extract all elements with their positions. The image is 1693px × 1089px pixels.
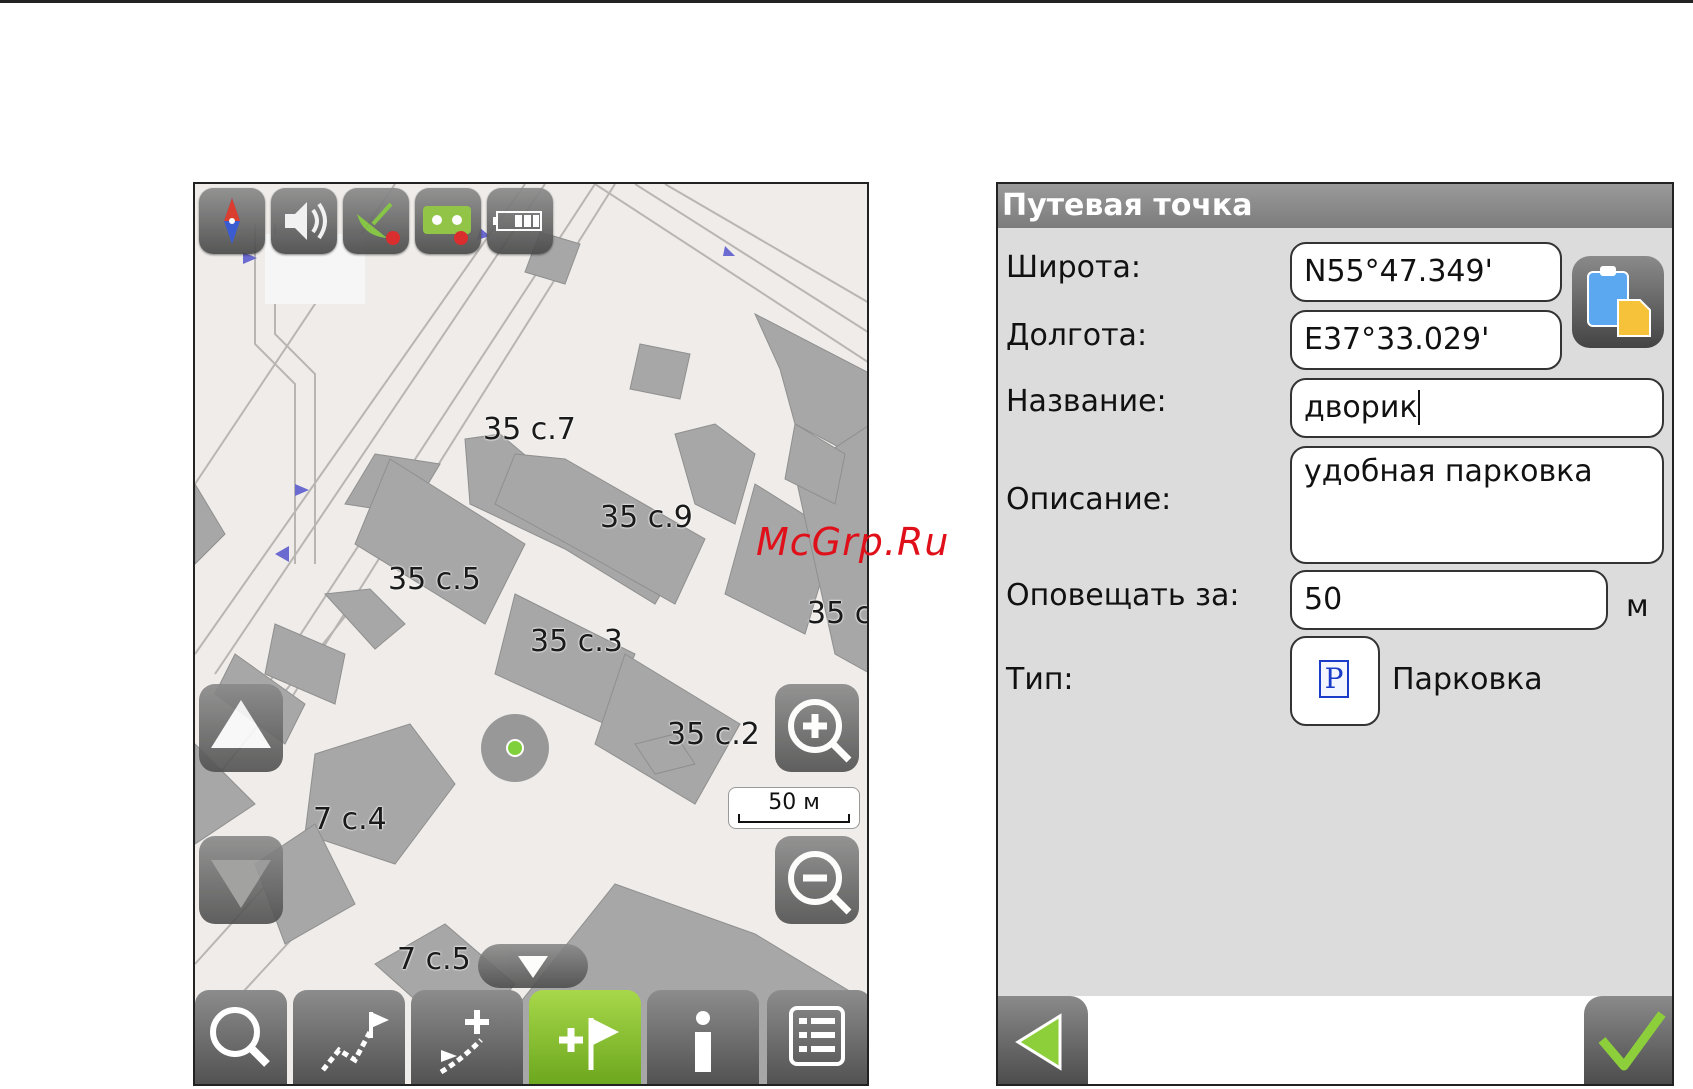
building-label: 35 с.9 (600, 500, 693, 535)
back-arrow-icon (1015, 1013, 1062, 1071)
route-button[interactable] (293, 990, 405, 1084)
building-label: 35 с.5 (388, 562, 481, 597)
name-input-value: дворик (1304, 390, 1418, 425)
speaker-icon[interactable] (271, 188, 337, 254)
menu-list-icon (789, 1006, 845, 1066)
zoom-in-button[interactable] (775, 684, 859, 772)
latitude-label: Широта: (1006, 250, 1141, 285)
zoom-out-icon (788, 851, 852, 915)
info-icon (695, 1011, 711, 1072)
menu-button[interactable] (767, 990, 867, 1084)
description-textarea[interactable]: удобная парковка (1290, 446, 1664, 564)
paste-coordinates-button[interactable] (1572, 256, 1664, 348)
building-label: 35 с.7 (483, 412, 576, 447)
add-waypoint-flag-icon (559, 1018, 619, 1070)
notify-distance-unit: м (1626, 589, 1649, 624)
checkmark-icon (1598, 1011, 1666, 1071)
map-screen[interactable]: 35 с.7 35 с.9 35 с.5 35 с.3 35 с 35 с.2 … (193, 182, 869, 1086)
form-footer (998, 996, 1672, 1084)
track-recorder-icon[interactable] (415, 188, 481, 254)
add-route-point-button[interactable] (411, 990, 523, 1084)
parking-icon: P (1319, 660, 1349, 698)
building-label: 7 с.4 (313, 802, 387, 837)
description-label: Описание: (1006, 482, 1172, 517)
type-label: Тип: (1006, 662, 1074, 697)
waypoint-form-screen: Путевая точка Широта: N55°47.349' Долгот… (996, 182, 1674, 1086)
zoom-out-button[interactable] (775, 836, 859, 924)
chevron-down-icon (518, 956, 548, 978)
gps-satellite-icon[interactable] (343, 188, 409, 254)
map-scale-bar: 50 м (728, 787, 860, 829)
name-input[interactable]: дворик (1290, 378, 1664, 438)
back-button[interactable] (998, 996, 1088, 1084)
clipboard-paste-icon (1587, 266, 1651, 337)
scroll-up-button[interactable] (199, 684, 283, 772)
page-top-rule (0, 0, 1693, 3)
notify-distance-input[interactable]: 50 (1290, 570, 1608, 630)
route-icon (321, 1012, 389, 1072)
compass-icon[interactable] (199, 188, 265, 254)
add-waypoint-button[interactable] (529, 990, 641, 1084)
longitude-field[interactable]: E37°33.029' (1290, 310, 1562, 370)
name-label: Название: (1006, 384, 1167, 419)
notify-distance-label: Оповещать за: (1006, 578, 1240, 613)
info-button[interactable] (647, 990, 759, 1084)
building-label: 35 с (807, 596, 869, 631)
text-cursor (1418, 390, 1421, 425)
building-label: 35 с.2 (667, 717, 760, 752)
latitude-field[interactable]: N55°47.349' (1290, 242, 1562, 302)
expand-panel-button[interactable] (478, 944, 588, 988)
search-icon (210, 1007, 270, 1067)
confirm-button[interactable] (1584, 996, 1672, 1084)
battery-icon (487, 188, 553, 254)
building-label: 7 с.5 (397, 942, 471, 977)
map-bottom-toolbar (195, 990, 867, 1084)
waypoint-type-selector[interactable]: P (1290, 636, 1380, 726)
watermark-text: McGrp.Ru (756, 520, 950, 564)
form-title: Путевая точка (998, 184, 1672, 228)
longitude-label: Долгота: (1006, 318, 1148, 353)
zoom-in-icon (788, 699, 852, 763)
search-button[interactable] (195, 990, 287, 1084)
add-route-point-icon (439, 1010, 489, 1075)
waypoint-type-name: Парковка (1392, 662, 1543, 697)
scroll-down-button[interactable] (199, 836, 283, 924)
building-label: 35 с.3 (530, 624, 623, 659)
